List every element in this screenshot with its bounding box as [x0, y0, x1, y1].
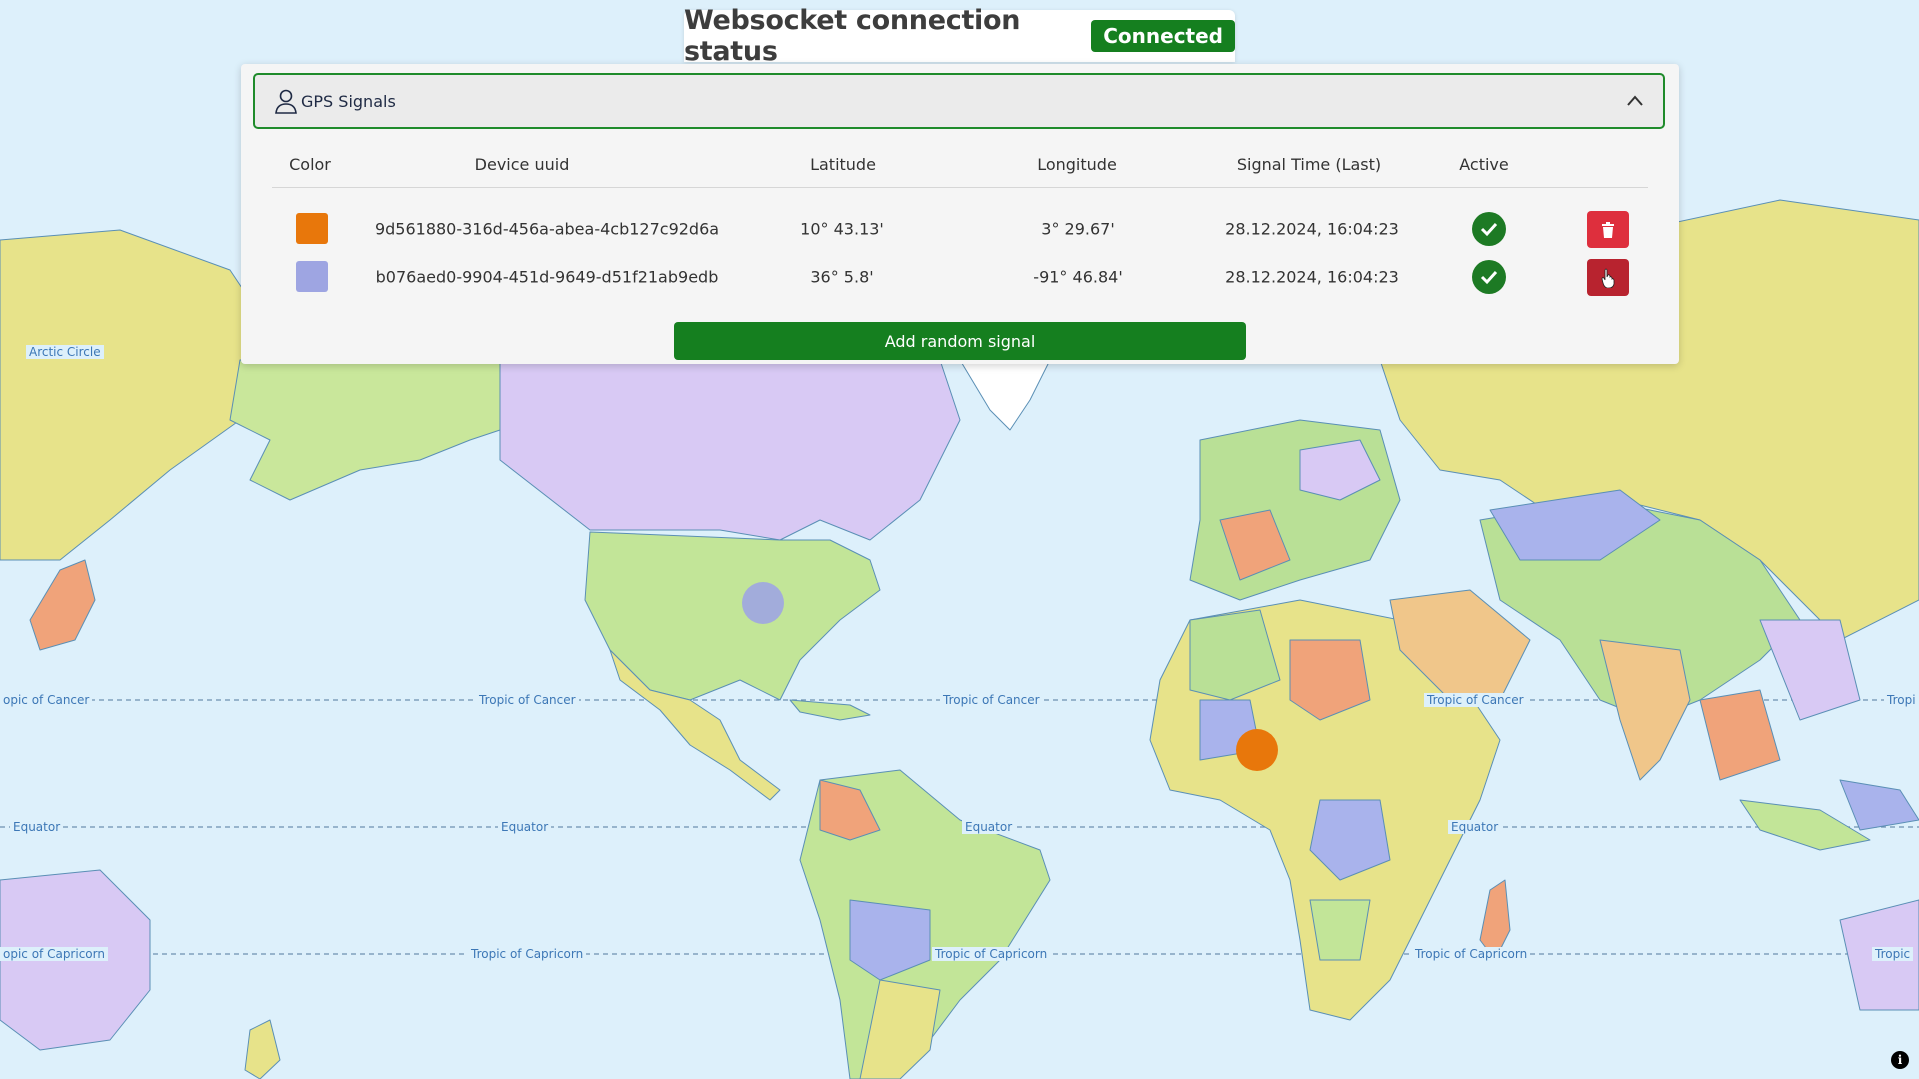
tropic-of-cancer-label: Tropi [1884, 693, 1919, 707]
color-swatch [296, 261, 328, 292]
signal-time: 28.12.2024, 16:04:23 [1225, 219, 1399, 239]
column-header-uuid: Device uuid [474, 155, 570, 174]
equator-label: Equator [498, 820, 552, 834]
chevron-up-icon[interactable] [1625, 92, 1645, 110]
status-title: Websocket connection status [684, 5, 1021, 67]
websocket-status-header: Websocket connection status Connected [684, 5, 1235, 67]
add-random-signal-button[interactable]: Add random signal [674, 322, 1246, 360]
tropic-of-capricorn-label: Tropic of Capricorn [932, 947, 1051, 961]
equator-label: Equator [962, 820, 1016, 834]
color-swatch [296, 213, 328, 244]
arctic-circle-label: Arctic Circle [26, 345, 104, 359]
panel-title: GPS Signals [301, 91, 396, 111]
longitude: 3° 29.67' [1041, 219, 1115, 239]
tropic-of-capricorn-label: Tropic of Capricorn [1412, 947, 1531, 961]
equator-label: Equator [10, 820, 64, 834]
tropic-of-capricorn-label: opic of Capricorn [0, 947, 108, 961]
column-header-active: Active [1459, 155, 1509, 174]
delete-button[interactable] [1587, 211, 1629, 248]
latitude: 10° 43.13' [800, 219, 884, 239]
column-header-longitude: Longitude [1037, 155, 1117, 174]
equator-label: Equator [1448, 820, 1502, 834]
status-badge: Connected [1091, 20, 1235, 52]
latitude: 36° 5.8' [810, 267, 874, 287]
device-uuid: b076aed0-9904-451d-9649-d51f21ab9edb [375, 267, 719, 287]
column-header-color: Color [289, 155, 331, 174]
hand-cursor-icon [1601, 268, 1615, 288]
tropic-of-cancer-label: Tropic of Cancer [476, 693, 579, 707]
table-row: 9d561880-316d-456a-abea-4cb127c92d6a 10°… [241, 209, 1679, 249]
tropic-of-capricorn-label: Tropic of Capricorn [468, 947, 587, 961]
trash-icon [1602, 221, 1614, 238]
column-header-latitude: Latitude [810, 155, 876, 174]
table-row: b076aed0-9904-451d-9649-d51f21ab9edb 36°… [241, 257, 1679, 297]
tropic-of-cancer-label: opic of Cancer [0, 693, 93, 707]
column-header-signal-time: Signal Time (Last) [1236, 155, 1382, 174]
info-icon[interactable]: i [1891, 1051, 1909, 1069]
table-header-row: Color Device uuid Latitude Longitude Sig… [272, 149, 1648, 188]
tropic-of-cancer-label: Tropic of Cancer [940, 693, 1043, 707]
signal-time: 28.12.2024, 16:04:23 [1225, 267, 1399, 287]
tropic-of-capricorn-label: Tropic [1872, 947, 1914, 961]
active-check-icon [1472, 212, 1506, 246]
gps-signals-accordion-header[interactable]: GPS Signals [253, 73, 1665, 129]
longitude: -91° 46.84' [1033, 267, 1123, 287]
signal-marker-1[interactable] [1236, 729, 1278, 771]
device-uuid: 9d561880-316d-456a-abea-4cb127c92d6a [374, 219, 720, 239]
signal-marker-2[interactable] [742, 582, 784, 624]
person-location-icon [275, 89, 297, 114]
gps-signals-panel: GPS Signals Color Device uuid Latitude L… [241, 64, 1679, 364]
tropic-of-cancer-label: Tropic of Cancer [1424, 693, 1527, 707]
delete-button[interactable] [1587, 259, 1629, 296]
active-check-icon [1472, 260, 1506, 294]
